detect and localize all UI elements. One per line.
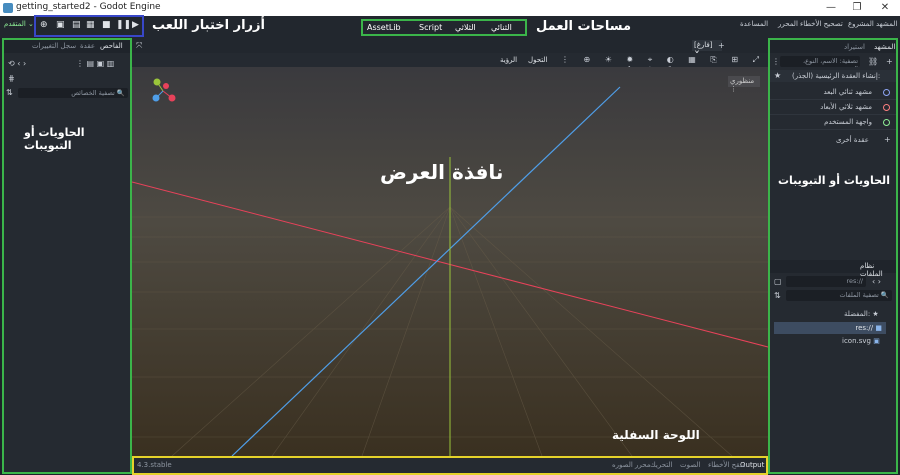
- version-label: 4.3.stable: [137, 461, 172, 469]
- workspace-script[interactable]: Script: [419, 23, 442, 32]
- object-icon: ⋕: [8, 74, 15, 83]
- view-gizmo[interactable]: [150, 78, 176, 102]
- viewport-panel: ⤧ [فارغ] ✕ + الرؤية التحول ⋮ ⊕ ☀ ✹ ⌖ ◐ ▦…: [132, 38, 768, 456]
- bottom-panel-annotation: اللوحة السفلية: [612, 428, 700, 442]
- workspace-2d[interactable]: الثنائي: [491, 23, 512, 32]
- other-node-add-icon[interactable]: +: [884, 135, 891, 144]
- fs-filter-input[interactable]: تصفية الملفات 🔍: [786, 290, 892, 301]
- folder-icon: ■: [875, 324, 882, 332]
- workspace-assetlib[interactable]: AssetLib: [367, 23, 401, 32]
- viewport-annotation: نافذة العرض: [380, 160, 504, 184]
- menu-help[interactable]: المساعدة: [740, 20, 768, 28]
- left-dock-annotation: الحاويات أو التبويبات: [24, 126, 85, 152]
- right-dock-annotation: الحاويات أو التبويبات: [778, 174, 890, 187]
- history-back-icon[interactable]: ⟲ ‹ ›: [8, 59, 26, 68]
- distraction-free-icon[interactable]: ⤧: [136, 41, 142, 51]
- remote-debug-icon[interactable]: ⊕: [40, 20, 48, 30]
- link-icon[interactable]: ⛓: [868, 57, 878, 66]
- root-option-1[interactable]: مشهد ثلاثي الأبعاد: [770, 101, 896, 115]
- workspace-3d[interactable]: الثلاثي: [455, 23, 476, 32]
- create-root-label: إنشاء العقدة الرئيسية (الجذر):: [792, 72, 881, 80]
- advanced-dropdown[interactable]: المتقدم ⌄: [4, 20, 34, 28]
- tab-node[interactable]: عقدة: [80, 42, 95, 50]
- property-filter-input[interactable]: تصفية الخصائص 🔍: [18, 88, 128, 98]
- fs-split-icon[interactable]: ▢: [774, 277, 782, 286]
- image-file-icon: ▣: [873, 337, 880, 345]
- bottom-panel: 4.3.stable Output منقح الأخطاء الصوت الت…: [132, 456, 768, 475]
- fs-item-icon-svg[interactable]: icon.svg ▣: [842, 337, 880, 345]
- root-option-0[interactable]: مشهد ثنائي البعد: [770, 86, 896, 100]
- viewport-3d-scene[interactable]: [132, 67, 768, 456]
- workspaces-annotation: مساحات العمل: [536, 19, 631, 34]
- workspaces-group: AssetLib Script الثلاثي الثنائي: [361, 19, 527, 36]
- scene-filter-input[interactable]: تصفية: الاسم، النوع، المجموعة: [780, 56, 860, 67]
- transform-menu[interactable]: التحول: [528, 56, 547, 64]
- tab-scene[interactable]: المشهد: [874, 43, 895, 51]
- tab-import[interactable]: استيراد: [844, 43, 865, 51]
- view-menu[interactable]: الرؤية: [500, 56, 517, 64]
- scene-options-icon[interactable]: ⋮: [772, 57, 780, 66]
- play-buttons-group: ⊕ ▣ ▤ ▦ ■ ❚❚ ▶: [34, 15, 144, 37]
- tab-history[interactable]: سجل التغييرات: [32, 42, 76, 50]
- add-tab-icon[interactable]: +: [718, 41, 725, 50]
- tab-audio[interactable]: الصوت: [680, 461, 700, 469]
- other-node-button[interactable]: عقدة أخرى: [836, 136, 869, 144]
- add-node-icon[interactable]: +: [886, 57, 893, 66]
- tab-animation[interactable]: التحريك: [650, 461, 672, 469]
- close-button[interactable]: ✕: [872, 0, 898, 16]
- node-type-icon: [883, 89, 890, 96]
- minimize-button[interactable]: —: [818, 0, 844, 16]
- root-option-label: واجهة المستخدم: [824, 118, 872, 126]
- root-option-2[interactable]: واجهة المستخدم: [770, 116, 896, 130]
- menu-scene[interactable]: المشهد: [876, 20, 897, 28]
- right-dock: المشهد استيراد + ⋮ تصفية: الاسم، النوع، …: [768, 38, 898, 474]
- tab-inspector[interactable]: الفاحص: [100, 42, 123, 50]
- godot-logo-icon: [3, 3, 13, 13]
- fs-path-input[interactable]: res://: [786, 276, 866, 287]
- stop-icon[interactable]: ■: [102, 20, 111, 30]
- window-title: getting_started2 - Godot Engine: [16, 2, 161, 12]
- play-icon[interactable]: ▶: [132, 20, 139, 30]
- fs-item-res[interactable]: res:// ■: [774, 322, 886, 334]
- root-option-label: مشهد ثلاثي الأبعاد: [820, 103, 872, 111]
- menu-editor[interactable]: المحرر: [778, 20, 798, 28]
- play-scene-icon[interactable]: ▦: [86, 20, 95, 30]
- movie-icon[interactable]: ▣: [56, 20, 65, 30]
- perspective-button[interactable]: منظوري ⋮: [728, 76, 760, 93]
- fs-sort-icon[interactable]: ⇅: [774, 291, 781, 300]
- play-custom-icon[interactable]: ▤: [72, 20, 81, 30]
- sort-icon[interactable]: ⇅: [6, 88, 13, 97]
- left-dock: الفاحص عقدة سجل التغييرات ⟲ ‹ › ⋮ ▤ ▣ ▥ …: [2, 38, 132, 474]
- pause-icon[interactable]: ❚❚: [116, 20, 131, 30]
- fs-nav-icon[interactable]: ‹ ›: [872, 277, 881, 286]
- node-type-icon: [883, 119, 890, 126]
- node-type-icon: [883, 104, 890, 111]
- play-buttons-annotation: أزرار اختبار اللعب: [152, 18, 265, 33]
- menu-debug[interactable]: تصحيح الأخطاء: [800, 20, 843, 28]
- tab-shader-editor[interactable]: محرر الصوره: [612, 461, 651, 469]
- inspector-tools-icon[interactable]: ⋮ ▤ ▣ ▥: [76, 59, 114, 68]
- root-option-label: مشهد ثنائي البعد: [823, 88, 872, 96]
- window-title-bar: getting_started2 - Godot Engine — ❐ ✕: [0, 0, 900, 16]
- maximize-button[interactable]: ❐: [844, 0, 870, 16]
- tab-debugger[interactable]: منقح الأخطاء: [708, 461, 746, 469]
- favorites-star-icon: ★: [774, 71, 782, 80]
- fs-favorites-label: المفضلة: ★: [844, 310, 879, 318]
- menu-project[interactable]: المشروع: [848, 20, 874, 28]
